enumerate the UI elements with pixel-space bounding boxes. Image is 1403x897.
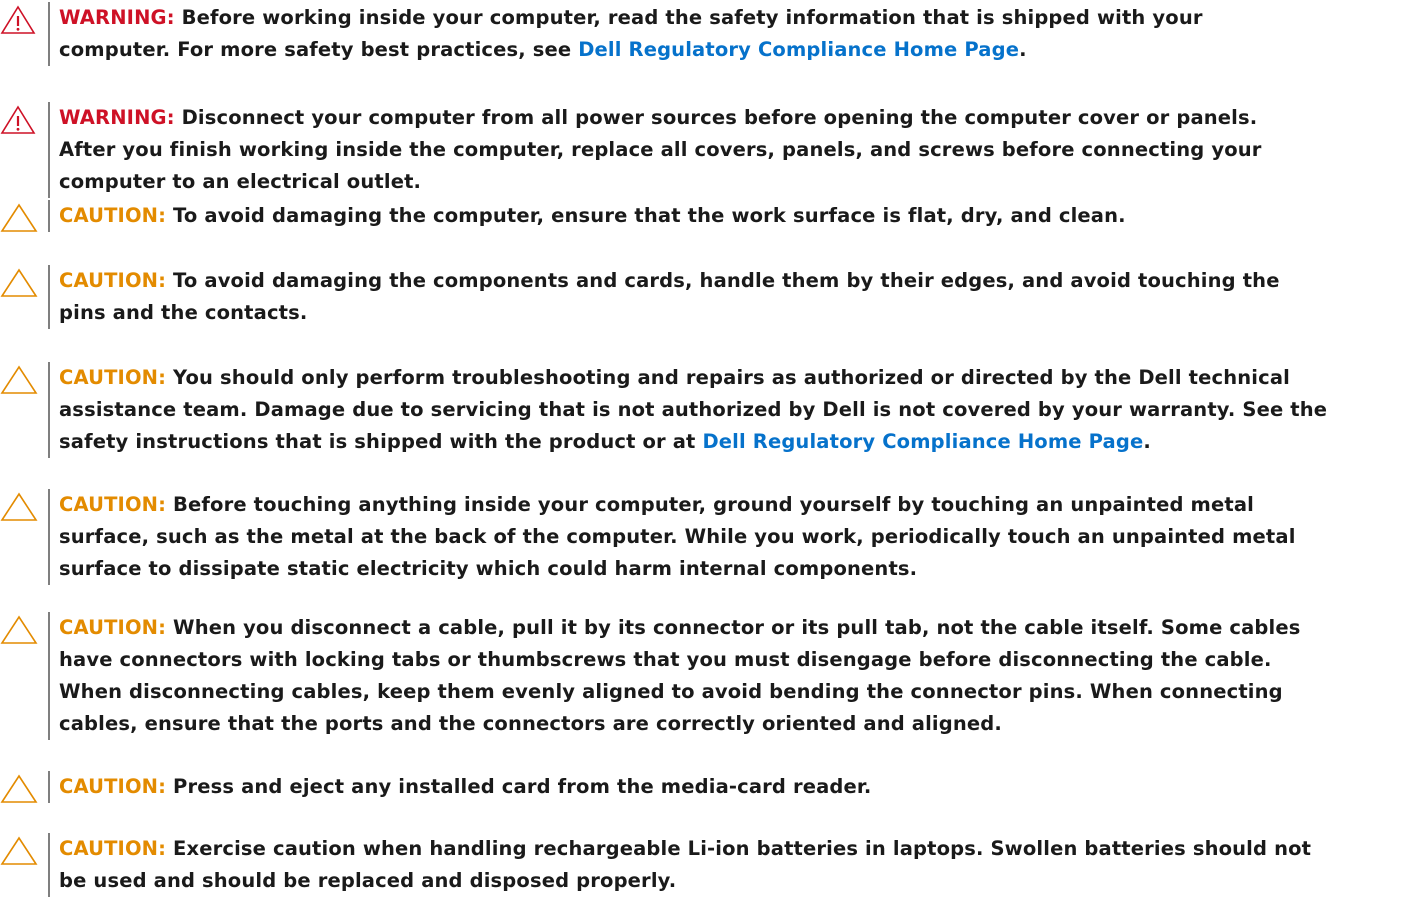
warning-notice: WARNING: Before working inside your comp… — [0, 2, 1403, 66]
caution-notice: CAUTION: To avoid damaging the computer,… — [0, 200, 1403, 232]
notice-body: CAUTION: To avoid damaging the computer,… — [48, 200, 1126, 232]
warning-notice: WARNING: Disconnect your computer from a… — [0, 102, 1403, 198]
caution-notice: CAUTION: Exercise caution when handling … — [0, 833, 1403, 897]
notice-text-line: surface, such as the metal at the back o… — [59, 521, 1296, 553]
notice-text: After you finish working inside the comp… — [59, 138, 1262, 161]
caution-notice: CAUTION: Press and eject any installed c… — [0, 771, 1403, 803]
warning-triangle-exclamation-icon — [0, 2, 48, 34]
notice-text: Before touching anything inside your com… — [166, 493, 1255, 516]
caution-notice: CAUTION: When you disconnect a cable, pu… — [0, 612, 1403, 740]
notice-text: To avoid damaging the computer, ensure t… — [166, 204, 1126, 227]
caution-notice: CAUTION: To avoid damaging the component… — [0, 265, 1403, 329]
notice-text-line: safety instructions that is shipped with… — [59, 426, 1327, 458]
caution-triangle-icon — [0, 612, 48, 644]
dell-regulatory-compliance-link[interactable]: Dell Regulatory Compliance Home Page — [702, 430, 1143, 453]
caution-notice: CAUTION: Before touching anything inside… — [0, 489, 1403, 585]
notice-text-line: CAUTION: To avoid damaging the computer,… — [59, 200, 1126, 232]
notice-text: computer to an electrical outlet. — [59, 170, 422, 193]
notice-text-line: CAUTION: You should only perform trouble… — [59, 362, 1327, 394]
notice-body: CAUTION: To avoid damaging the component… — [48, 265, 1280, 329]
notice-body: CAUTION: Before touching anything inside… — [48, 489, 1296, 585]
notice-text-line: computer to an electrical outlet. — [59, 166, 1262, 198]
notice-text: have connectors with locking tabs or thu… — [59, 648, 1272, 671]
notice-text: surface to dissipate static electricity … — [59, 557, 918, 580]
notice-text: pins and the contacts. — [59, 301, 308, 324]
caution-triangle-icon — [0, 771, 48, 803]
notice-text: You should only perform troubleshooting … — [166, 366, 1290, 389]
notice-text-line: WARNING: Before working inside your comp… — [59, 2, 1203, 34]
notice-text: computer. For more safety best practices… — [59, 38, 579, 61]
notice-text-line: computer. For more safety best practices… — [59, 34, 1203, 66]
notice-body: WARNING: Before working inside your comp… — [48, 2, 1203, 66]
caution-label: CAUTION: — [59, 269, 167, 292]
notice-text: To avoid damaging the components and car… — [166, 269, 1280, 292]
notice-text-line: After you finish working inside the comp… — [59, 134, 1262, 166]
notice-text-line: CAUTION: Before touching anything inside… — [59, 489, 1296, 521]
notice-text: Press and eject any installed card from … — [166, 775, 872, 798]
notice-text: safety instructions that is shipped with… — [59, 430, 703, 453]
warning-triangle-exclamation-icon — [0, 102, 48, 134]
notice-text: When disconnecting cables, keep them eve… — [59, 680, 1283, 703]
notice-text-line: assistance team. Damage due to servicing… — [59, 394, 1327, 426]
notice-text-line: be used and should be replaced and dispo… — [59, 865, 1311, 897]
notice-text-line: surface to dissipate static electricity … — [59, 553, 1296, 585]
warning-label: WARNING: — [59, 6, 175, 29]
notice-text-line: CAUTION: When you disconnect a cable, pu… — [59, 612, 1301, 644]
caution-triangle-icon — [0, 200, 48, 232]
notice-text: . — [1143, 430, 1151, 453]
notice-text: surface, such as the metal at the back o… — [59, 525, 1296, 548]
caution-label: CAUTION: — [59, 493, 167, 516]
notice-text: Before working inside your computer, rea… — [174, 6, 1203, 29]
caution-triangle-icon — [0, 833, 48, 865]
notice-text-line: CAUTION: Press and eject any installed c… — [59, 771, 871, 803]
notice-text-line: When disconnecting cables, keep them eve… — [59, 676, 1301, 708]
dell-regulatory-compliance-link[interactable]: Dell Regulatory Compliance Home Page — [578, 38, 1019, 61]
notice-text: Exercise caution when handling rechargea… — [166, 837, 1312, 860]
notice-text-line: cables, ensure that the ports and the co… — [59, 708, 1301, 740]
notice-text: be used and should be replaced and dispo… — [59, 869, 677, 892]
notice-body: CAUTION: Press and eject any installed c… — [48, 771, 871, 803]
warning-label: WARNING: — [59, 106, 175, 129]
caution-label: CAUTION: — [59, 775, 167, 798]
caution-label: CAUTION: — [59, 837, 167, 860]
caution-label: CAUTION: — [59, 366, 167, 389]
notice-text: cables, ensure that the ports and the co… — [59, 712, 1002, 735]
caution-notice: CAUTION: You should only perform trouble… — [0, 362, 1403, 458]
notice-text-line: pins and the contacts. — [59, 297, 1280, 329]
caution-label: CAUTION: — [59, 204, 167, 227]
notice-text-line: WARNING: Disconnect your computer from a… — [59, 102, 1262, 134]
notice-text-line: CAUTION: To avoid damaging the component… — [59, 265, 1280, 297]
notice-body: CAUTION: Exercise caution when handling … — [48, 833, 1311, 897]
notice-body: CAUTION: You should only perform trouble… — [48, 362, 1327, 458]
caution-triangle-icon — [0, 265, 48, 297]
notice-text: Disconnect your computer from all power … — [174, 106, 1258, 129]
caution-triangle-icon — [0, 489, 48, 521]
notice-text: assistance team. Damage due to servicing… — [59, 398, 1328, 421]
notice-text: When you disconnect a cable, pull it by … — [166, 616, 1301, 639]
notice-body: CAUTION: When you disconnect a cable, pu… — [48, 612, 1301, 740]
notice-body: WARNING: Disconnect your computer from a… — [48, 102, 1262, 198]
caution-triangle-icon — [0, 362, 48, 394]
caution-label: CAUTION: — [59, 616, 167, 639]
notice-text-line: CAUTION: Exercise caution when handling … — [59, 833, 1311, 865]
notice-text-line: have connectors with locking tabs or thu… — [59, 644, 1301, 676]
notice-text: . — [1019, 38, 1027, 61]
